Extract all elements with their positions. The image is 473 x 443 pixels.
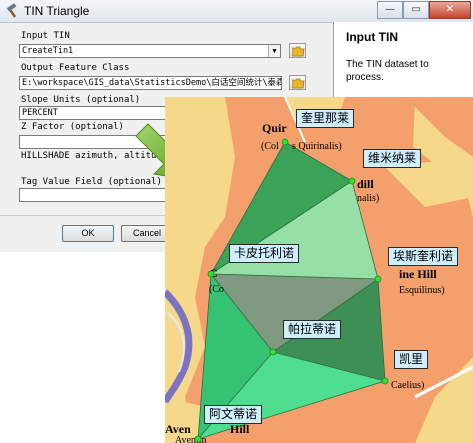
map-label: nalis) [357,193,379,204]
output-feature-class-label: Output Feature Class [21,63,130,73]
tin-node-aventine[interactable] [194,435,202,443]
chevron-down-icon[interactable]: ▼ [268,45,280,57]
tin-node-esquiline[interactable] [374,275,382,283]
minimize-button[interactable]: — [377,1,403,19]
map-label: Caelius) [391,380,424,391]
maximize-button[interactable]: ▭ [403,1,429,19]
callout-quirinal: 奎里那莱 [296,109,355,128]
tin-node-caelian[interactable] [381,377,389,385]
output-browse-button[interactable] [289,75,306,90]
folder-icon [292,78,305,89]
map-label: s Quirinalis) [292,141,342,152]
tin-map-canvas: Quir dill C ine Hill Aven Hill (Col s Qu… [165,97,473,443]
folder-icon [292,46,305,57]
tin-node-quirinal[interactable] [281,138,289,146]
tin-map-view[interactable]: Quir dill C ine Hill Aven Hill (Col s Qu… [165,97,473,443]
help-title: Input TIN [346,30,398,44]
callout-palatine: 帕拉蒂诺 [283,320,342,339]
tin-node-palatine[interactable] [269,348,277,356]
input-tin-label: Input TIN [21,31,70,41]
callout-viminal: 维米纳莱 [363,149,422,168]
z-factor-label: Z Factor (optional) [21,122,124,132]
callout-esquiline: 埃斯奎利诺 [388,247,459,266]
map-label: dill [357,177,374,191]
callout-capitoline: 卡皮托利诺 [229,244,300,263]
help-text: The TIN dataset to process. [346,59,429,83]
map-label: Hill [230,422,250,436]
callout-aventine: 阿文蒂诺 [204,405,263,424]
title-bar[interactable]: TIN Triangle — ▭ ✕ [0,0,473,23]
output-feature-class-value: E:\workspace\GIS_data\StatisticsDemo\白话空… [22,78,282,88]
map-label: ine Hill [399,267,437,281]
input-tin-browse-button[interactable] [289,43,306,58]
slope-units-label: Slope Units (optional) [21,95,141,105]
output-feature-class-input[interactable]: E:\workspace\GIS_data\StatisticsDemo\白话空… [19,76,282,90]
slope-units-value: PERCENT [22,108,58,118]
map-label: Aven [165,422,191,436]
tag-value-field-dropdown[interactable] [19,188,179,202]
input-tin-dropdown[interactable]: CreateTin1 ▼ [19,44,281,58]
map-label: Esquilinus) [399,285,445,296]
tin-node-capitoline[interactable] [207,270,215,278]
map-label: (Col [261,141,279,152]
callout-caelian: 凯里 [394,350,429,369]
hammer-icon [6,3,17,18]
window-title: TIN Triangle [24,4,90,18]
ok-button[interactable]: OK [62,225,114,242]
input-tin-value: CreateTin1 [22,46,74,56]
map-label: Quir [262,121,287,135]
tin-node-viminal[interactable] [348,177,356,185]
close-button[interactable]: ✕ [429,1,471,19]
map-label: Aventin [175,435,206,443]
map-label: (Co [209,284,224,295]
